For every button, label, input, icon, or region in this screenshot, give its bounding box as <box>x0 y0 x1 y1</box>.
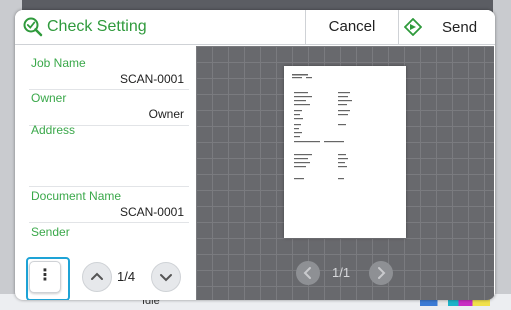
document-name-value: SCAN-0001 <box>119 205 184 219</box>
owner-label: Owner <box>31 91 67 105</box>
job-name-label: Job Name <box>31 56 86 70</box>
magnifier-check-icon <box>23 17 43 37</box>
document-content-graphic <box>292 74 352 180</box>
background-app-right <box>493 0 511 310</box>
page-down-button[interactable] <box>151 262 181 292</box>
job-info-panel: Job Name SCAN-0001 Owner Owner Address D… <box>15 46 193 242</box>
chevron-left-icon <box>303 267 311 279</box>
chevron-right-icon <box>378 267 386 279</box>
preview-next-button[interactable] <box>369 261 393 285</box>
dialog-titlebar: Check Setting Cancel Send <box>15 10 495 45</box>
preview-area: 1/1 <box>196 46 494 300</box>
divider <box>29 89 189 90</box>
cancel-button[interactable]: Cancel <box>305 10 398 44</box>
job-name-value: SCAN-0001 <box>119 72 184 86</box>
preview-prev-button[interactable] <box>296 261 320 285</box>
chevron-up-icon <box>91 272 103 280</box>
send-diamond-icon <box>404 18 422 36</box>
owner-value: Owner <box>148 107 184 121</box>
page-up-button[interactable] <box>82 262 112 292</box>
dialog-title: Check Setting <box>47 18 147 35</box>
divider <box>29 186 189 187</box>
address-label: Address <box>31 123 76 137</box>
info-page-indicator: 1/4 <box>117 269 136 284</box>
document-name-label: Document Name <box>31 189 122 203</box>
check-setting-dialog: Check Setting Cancel Send Job Name SCAN-… <box>15 10 495 300</box>
more-options-button[interactable]: ⋮ <box>29 261 61 293</box>
highlight-callout-leader <box>45 299 47 300</box>
divider <box>29 222 189 223</box>
sender-label: Sender <box>31 225 70 239</box>
document-thumbnail <box>284 66 406 238</box>
send-button[interactable]: Send <box>398 10 495 44</box>
chevron-down-icon <box>160 274 172 282</box>
send-button-label: Send <box>442 19 478 36</box>
preview-page-indicator: 1/1 <box>332 265 351 280</box>
info-pager: ⋮ 1/4 <box>15 242 193 300</box>
